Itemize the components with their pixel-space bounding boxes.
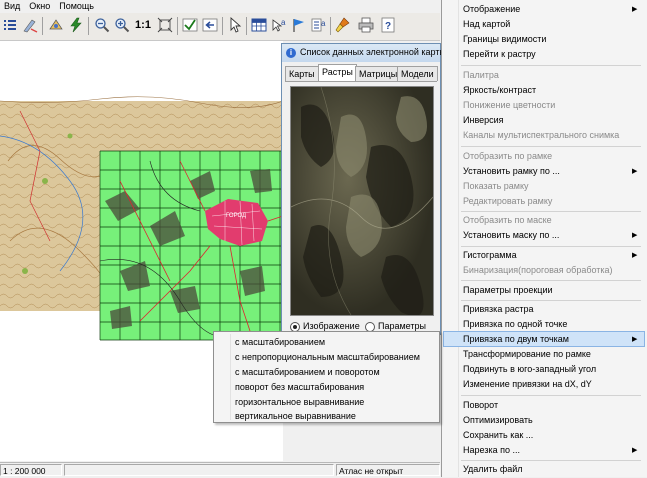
menu-item-projection-params[interactable]: Параметры проекции [463,283,553,298]
menu-bar: Вид Окно Помощь [0,0,440,13]
menu-item-show-frame: Показать рамку [463,181,529,191]
check-icon[interactable] [180,15,200,35]
radio-params-label: Параметры [378,321,426,331]
menu-item-save-as[interactable]: Сохранить как ... [463,428,533,443]
menu-item-slicing-by[interactable]: Нарезка по ... [463,443,520,458]
menu-item-palette: Палитра [463,70,499,80]
help-icon[interactable]: ? [378,15,398,35]
toolbar: 1:1 a a ? [0,13,440,41]
menu-item-rotate[interactable]: Поворот [463,398,498,413]
submenu-arrow-icon: ▶ [632,447,638,454]
menu-item-optimize[interactable]: Оптимизировать [463,413,533,428]
menu-item-edit-frame: Редактировать рамку [463,196,553,206]
status-atlas: Атлас не открыт [336,464,440,476]
context-menu-items: Отображение ▶ Над картой Границы видимос… [441,0,647,477]
zoom-out-icon[interactable] [92,15,112,35]
zoom-in-icon[interactable] [112,15,132,35]
menu-item-color-reduction: Понижение цветности [463,100,556,110]
fit-window-icon[interactable] [155,15,175,35]
menu-item-above-map[interactable]: Над картой [463,17,510,32]
submenu-arrow-icon: ▶ [632,232,638,239]
town-label: ГОРОД [226,213,246,219]
scale-1-1-button[interactable]: 1:1 [132,15,154,35]
menu-item-show-by-mask: Отобразить по маске [463,215,552,225]
menu-window[interactable]: Окно [25,0,55,11]
status-bar: 1 : 200 000 Атлас не открыт [0,462,440,478]
table-icon[interactable] [249,15,269,35]
list-icon[interactable] [0,15,20,35]
pencil-erase-icon[interactable] [20,15,40,35]
submenu-arrow-icon: ▶ [632,6,638,13]
submenu-arrow-icon: ▶ [632,168,638,175]
submenu-item-horizontal-align[interactable]: горизонтальное выравнивание [235,395,364,410]
svg-text:a: a [281,18,286,27]
dialog-titlebar[interactable]: i Список данных электронной карты [282,44,446,62]
lightning-icon[interactable] [66,15,86,35]
brush-icon[interactable] [333,15,353,35]
cursor-icon[interactable] [225,15,245,35]
menu-item-display[interactable]: Отображение [463,2,520,17]
tab-models[interactable]: Модели [397,66,438,81]
submenu-item-rotation-no-scaling[interactable]: поворот без масштабирования [235,380,364,395]
menu-item-change-binding-dxdy[interactable]: Изменение привязки на dX, dY [463,377,592,392]
menu-view[interactable]: Вид [0,0,25,11]
menu-item-brightness-contrast[interactable]: Яркость/контраст [463,83,536,98]
svg-text:a: a [321,19,326,28]
menu-item-frame-transform[interactable]: Трансформирование по рамке [463,347,591,362]
list-text-icon[interactable]: a [309,15,329,35]
tab-matrices[interactable]: Матрицы [355,66,402,81]
status-scale: 1 : 200 000 [0,464,62,476]
menu-item-inversion[interactable]: Инверсия [463,113,504,128]
submenu-arrow-icon: ▶ [632,336,638,343]
menu-help[interactable]: Помощь [55,0,99,11]
tab-rasters[interactable]: Растры [318,64,357,82]
submenu-item-with-scaling[interactable]: с масштабированием [235,335,325,350]
menu-item-move-southwest[interactable]: Подвинуть в юго-западный угол [463,362,596,377]
flag-icon[interactable] [289,15,309,35]
submenu-item-scaling-and-rotation[interactable]: с масштабированием и поворотом [235,365,380,380]
back-arrow-icon[interactable] [200,15,220,35]
menu-item-set-frame-by[interactable]: Установить рамку по ... [463,164,560,179]
menu-item-go-to-raster[interactable]: Перейти к растру [463,47,536,62]
menu-item-multispectral-channels: Каналы мультиспектрального снимка [463,130,620,140]
menu-item-one-point-binding[interactable]: Привязка по одной точке [463,317,567,332]
pointer-text-icon[interactable]: a [269,15,289,35]
radio-image-label: Изображение [303,321,360,331]
dialog-title: Список данных электронной карты [300,47,446,57]
menu-item-show-by-frame: Отобразить по рамке [463,151,553,161]
svg-text:?: ? [385,21,391,32]
menu-item-binarization: Бинаризация(пороговая обработка) [463,265,613,275]
menu-item-histogram[interactable]: Гистограмма [463,248,517,263]
menu-item-two-point-binding[interactable]: Привязка по двум точкам [463,332,569,347]
map-data-list-dialog: i Список данных электронной карты Карты … [281,43,446,335]
status-empty-cell [64,464,334,476]
edit-object-icon[interactable] [46,15,66,35]
menu-item-raster-binding[interactable]: Привязка растра [463,302,533,317]
two-point-binding-submenu: с масштабированием с непропорциональным … [213,331,440,423]
submenu-arrow-icon: ▶ [632,252,638,259]
raster-preview [290,86,434,316]
submenu-item-vertical-align[interactable]: вертикальное выравнивание [235,409,356,424]
tab-maps[interactable]: Карты [285,66,319,81]
menu-item-visibility-bounds[interactable]: Границы видимости [463,32,546,47]
info-icon: i [286,48,296,58]
print-icon[interactable] [356,15,376,35]
submenu-item-nonproportional-scaling[interactable]: с непропорциональным масштабированием [235,350,420,365]
menu-item-delete-file[interactable]: Удалить файл [463,462,523,477]
menu-item-set-mask-by[interactable]: Установить маску по ... [463,228,559,243]
